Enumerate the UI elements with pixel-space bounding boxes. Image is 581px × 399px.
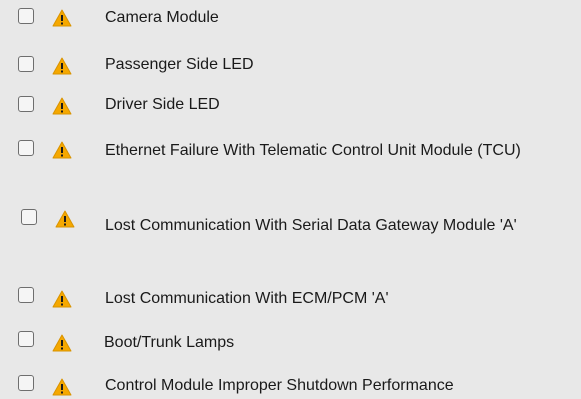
item-label: Driver Side LED [105, 96, 220, 113]
item-label: Control Module Improper Shutdown Perform… [105, 377, 454, 394]
item-checkbox[interactable] [18, 8, 34, 24]
item-checkbox[interactable] [18, 96, 34, 112]
item-checkbox[interactable] [21, 209, 37, 225]
item-checkbox[interactable] [18, 331, 34, 347]
warning-icon [52, 97, 72, 115]
item-checkbox[interactable] [18, 140, 34, 156]
item-label: Ethernet Failure With Telematic Control … [105, 142, 521, 159]
item-checkbox[interactable] [18, 375, 34, 391]
item-label: Lost Communication With ECM/PCM 'A' [105, 290, 389, 307]
item-label: Passenger Side LED [105, 56, 254, 73]
warning-icon [52, 378, 72, 396]
item-label: Lost Communication With Serial Data Gate… [105, 217, 517, 234]
warning-icon [55, 210, 75, 228]
item-checkbox[interactable] [18, 56, 34, 72]
warning-icon [52, 141, 72, 159]
warning-icon [52, 57, 72, 75]
warning-icon [52, 290, 72, 308]
item-label: Camera Module [105, 9, 219, 26]
fault-list: Camera Module Passenger Side LED Driver … [0, 0, 581, 396]
item-label: Boot/Trunk Lamps [104, 334, 235, 351]
item-checkbox[interactable] [18, 287, 34, 303]
warning-icon [52, 334, 72, 352]
warning-icon [52, 9, 72, 27]
